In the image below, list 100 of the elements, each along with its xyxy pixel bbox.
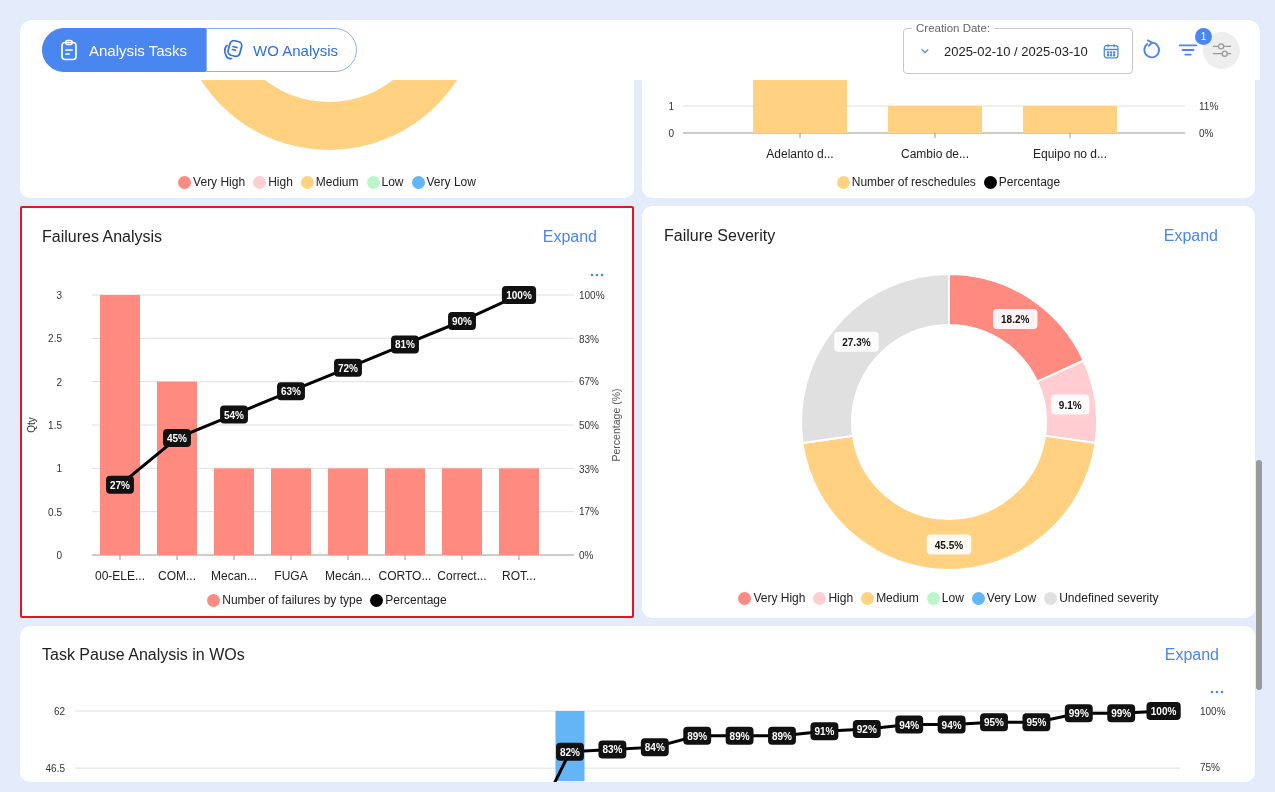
category-label: Mecan... xyxy=(211,569,257,583)
data-label: 94% xyxy=(895,715,924,734)
data-label: 90% xyxy=(448,312,476,330)
category-label: CORTO... xyxy=(378,569,432,583)
legend-label: Undefined severity xyxy=(1059,591,1159,605)
data-label: 94% xyxy=(899,719,920,731)
category-label: Cambio de... xyxy=(901,147,969,161)
axis-tick-label: 0% xyxy=(1199,128,1214,139)
data-label: 81% xyxy=(391,335,419,354)
data-label: 54% xyxy=(220,405,248,424)
axis-tick-label: 33% xyxy=(579,464,599,476)
data-label: 45% xyxy=(163,429,191,447)
data-label: 45% xyxy=(166,433,188,444)
axis-tick-label: 0.5 xyxy=(48,506,62,518)
count-badge: 1 xyxy=(1195,28,1212,45)
legend-label: Medium xyxy=(315,175,359,189)
tab[interactable]: WO Analysis xyxy=(206,28,358,72)
legend-label: Very High xyxy=(193,175,246,189)
data-label: 84% xyxy=(644,742,665,754)
data-label: 100% xyxy=(1150,706,1177,717)
data-label: 95% xyxy=(1022,713,1051,732)
data-label: 89% xyxy=(729,730,750,742)
more-icon[interactable] xyxy=(1210,690,1224,694)
data-label: 99% xyxy=(1107,704,1136,723)
data-label: 54% xyxy=(223,409,245,421)
data-label: 82% xyxy=(559,746,581,758)
legend-label: Very High xyxy=(753,591,806,605)
data-label: 99% xyxy=(1068,708,1089,720)
data-label: 45.5% xyxy=(934,539,964,551)
category-label: Adelanto d... xyxy=(766,147,834,161)
axis-tick-label: 83% xyxy=(579,334,599,346)
data-label: 89% xyxy=(725,726,754,745)
category-label: Equipo no d... xyxy=(1032,147,1108,161)
axis-tick-label: 1.5 xyxy=(48,420,62,431)
axis-tick-label: 75% xyxy=(1200,762,1220,774)
scrollbar-thumb[interactable] xyxy=(1256,460,1262,690)
axis-tick-label: 1 xyxy=(668,101,674,112)
data-label: 18.2% xyxy=(1001,313,1030,325)
axis-tick-label: 67% xyxy=(579,375,599,387)
legend-label: Number of reschedules xyxy=(851,175,976,189)
legend-label: Percentage xyxy=(385,593,447,607)
data-label: 90% xyxy=(451,316,473,327)
data-label: 100% xyxy=(1146,702,1181,720)
tab[interactable]: Analysis Tasks xyxy=(42,28,207,72)
data-label: 72% xyxy=(334,358,362,377)
expand-link[interactable]: Expand xyxy=(1164,646,1219,664)
data-label: 91% xyxy=(810,722,839,741)
data-label: 95% xyxy=(1026,717,1047,729)
legend-label: High xyxy=(828,591,854,605)
settings-button[interactable] xyxy=(1203,31,1240,69)
axis-tick-label: 100% xyxy=(1200,706,1226,717)
expand-link[interactable]: Expand xyxy=(542,228,597,246)
data-label: 27.3% xyxy=(834,331,879,352)
card-title: Failure Severity xyxy=(664,227,776,245)
category-label: FUGA xyxy=(274,569,308,583)
data-label: 89% xyxy=(687,730,708,742)
data-label: 83% xyxy=(598,740,627,759)
axis-tick-label: 0% xyxy=(579,550,594,561)
legend-label: Medium xyxy=(876,591,919,605)
axis-tick-label: 0 xyxy=(668,128,674,139)
data-label: 83% xyxy=(602,744,623,756)
data-label: 92% xyxy=(856,724,877,736)
legend-label: Low xyxy=(941,591,964,605)
axis-tick-label: 11% xyxy=(1199,101,1219,112)
axis-tick-label: 62 xyxy=(53,706,65,717)
data-label: 94% xyxy=(937,715,966,734)
data-label: 84% xyxy=(640,738,669,757)
card-title: Failures Analysis xyxy=(42,228,163,246)
axis-tick-label: 50% xyxy=(579,420,599,431)
category-label: 00-ELE... xyxy=(95,569,145,583)
axis-tick-label: 46.5 xyxy=(45,763,65,775)
data-label: 99% xyxy=(1064,704,1093,723)
data-label: 91% xyxy=(814,726,835,738)
data-label: 95% xyxy=(980,713,1008,732)
axis-tick-label: 0 xyxy=(56,550,62,561)
data-label: 100% xyxy=(506,290,532,301)
axis-tick-label: 17% xyxy=(579,505,599,517)
category-label: Correct... xyxy=(437,569,487,583)
data-label: 27.3% xyxy=(842,336,871,348)
chevron-down-icon xyxy=(920,47,930,55)
expand-link[interactable]: Expand xyxy=(1163,227,1218,245)
legend-label: Low xyxy=(381,175,404,189)
data-label: 9.1% xyxy=(1058,399,1082,411)
axis-tick-label: 100% xyxy=(579,290,605,301)
axis-tick-label: 1 xyxy=(56,463,62,475)
legend-label: High xyxy=(268,175,293,189)
axis-title: Percentage (%) xyxy=(610,388,622,462)
data-label: 95% xyxy=(983,717,1005,729)
refresh-icon[interactable] xyxy=(1141,39,1163,61)
category-label: COM... xyxy=(158,569,196,583)
data-label: 63% xyxy=(280,386,302,398)
axis-tick-label: 3 xyxy=(56,290,62,301)
legend-label: Number of failures by type xyxy=(222,593,363,607)
category-label: ROT... xyxy=(502,569,536,583)
data-label: 72% xyxy=(337,362,359,374)
card-title: Task Pause Analysis in WOs xyxy=(42,646,245,664)
data-label: 27% xyxy=(109,479,131,491)
data-label: 89% xyxy=(683,726,712,745)
data-label: 63% xyxy=(277,382,305,401)
more-icon[interactable] xyxy=(590,273,604,277)
